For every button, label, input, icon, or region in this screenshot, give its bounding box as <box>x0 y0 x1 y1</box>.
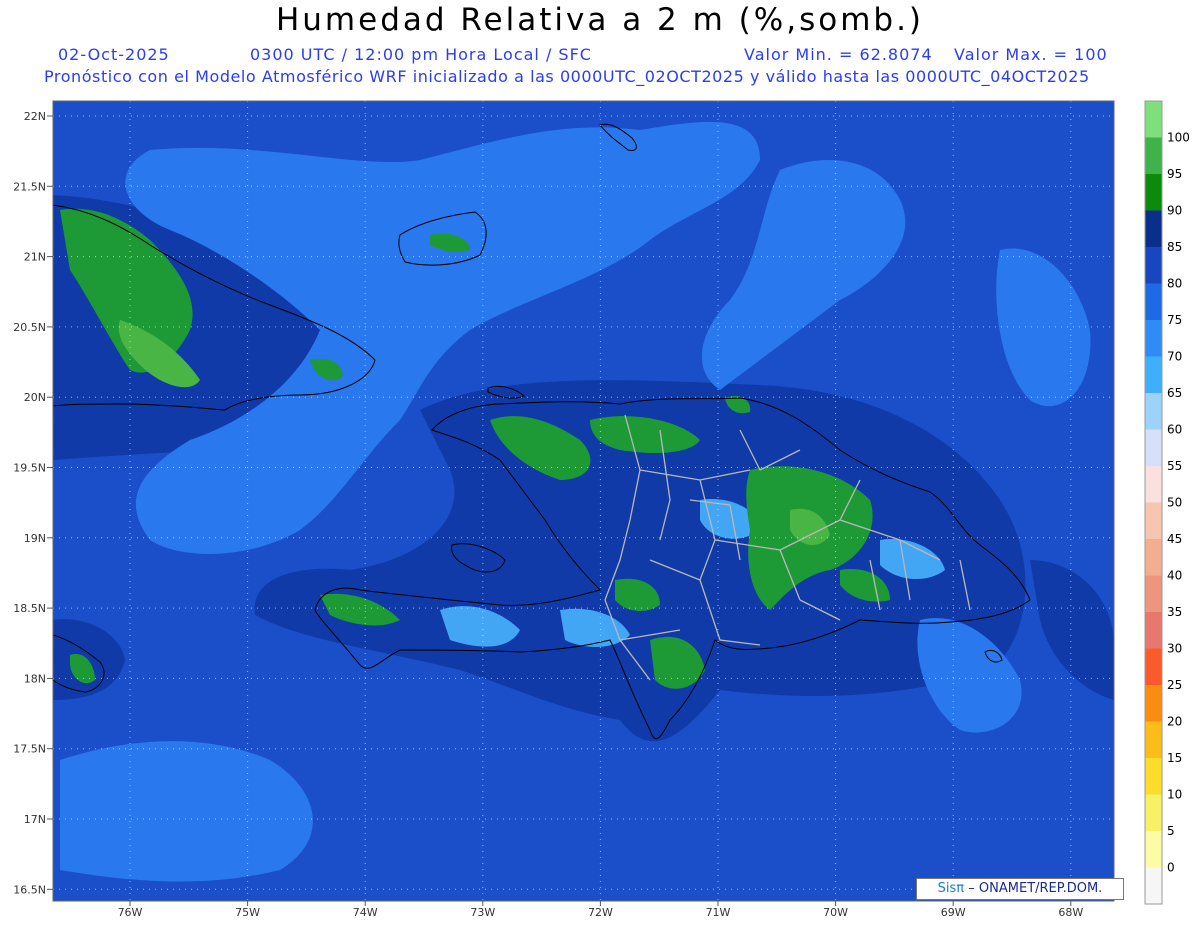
colorbar-level-label: 15 <box>1167 751 1182 765</box>
colorbar-swatch <box>1145 174 1162 211</box>
lon-tick-label: 76W <box>118 906 143 919</box>
colorbar-level-label: 70 <box>1167 350 1182 364</box>
colorbar-swatch <box>1145 466 1162 503</box>
colorbar-swatch <box>1145 794 1162 832</box>
colorbar-level-label: 55 <box>1167 459 1182 473</box>
lon-tick-label: 71W <box>706 906 731 919</box>
map-field <box>53 101 1114 901</box>
colorbar-level-label: 95 <box>1167 167 1182 181</box>
lat-tick-label: 17N <box>24 813 46 826</box>
colorbar-level-label: 20 <box>1167 715 1182 729</box>
lat-tick-label: 20N <box>24 391 46 404</box>
colorbar-level-label: 40 <box>1167 569 1182 583</box>
lat-tick-label: 22N <box>24 110 46 123</box>
colorbar-swatch <box>1145 320 1162 357</box>
colorbar-swatch <box>1145 356 1162 394</box>
colorbar-level-label: 90 <box>1167 204 1182 218</box>
map-figure: 22N 21.5N 21N 20.5N 20N 19.5N 19N 18.5N 18N 17.5N… <box>13 100 1190 919</box>
colorbar-swatch <box>1145 721 1162 759</box>
lon-tick-label: 68W <box>1058 906 1083 919</box>
credit-badge: Sisπ – ONAMET/REP.DOM. <box>916 878 1124 900</box>
colorbar-swatch <box>1145 137 1162 175</box>
lat-tick-label: 18.5N <box>13 602 46 615</box>
lat-tick-label: 21.5N <box>13 180 46 193</box>
lat-tick-label: 16.5N <box>13 883 46 896</box>
credit-text: – ONAMET/REP.DOM. <box>968 881 1103 896</box>
colorbar-swatch <box>1145 685 1162 722</box>
sispi-logo: Sisπ <box>937 881 965 896</box>
colorbar-level-label: 5 <box>1167 824 1175 838</box>
colorbar-swatch <box>1145 758 1162 795</box>
colorbar-swatch <box>1145 283 1162 321</box>
colorbar-swatch <box>1145 393 1162 430</box>
colorbar-level-label: 65 <box>1167 386 1182 400</box>
colorbar-level-label: 30 <box>1167 642 1182 656</box>
colorbar-level-label: 10 <box>1167 788 1182 802</box>
colorbar-swatch <box>1145 575 1162 613</box>
colorbar-level-label: 25 <box>1167 678 1182 692</box>
colorbar-level-label: 0 <box>1167 861 1175 875</box>
colorbar-swatch <box>1145 648 1162 686</box>
colorbar-swatch <box>1145 429 1162 467</box>
lat-tick-label: 19.5N <box>13 462 46 475</box>
colorbar-level-label: 50 <box>1167 496 1182 510</box>
colorbar-level-label: 85 <box>1167 240 1182 254</box>
colorbar-level-label: 45 <box>1167 532 1182 546</box>
colorbar-swatch <box>1145 867 1162 905</box>
lon-tick-label: 69W <box>941 906 966 919</box>
colorbar: 1009590858075706560555045403530252015105… <box>1144 100 1190 905</box>
colorbar-swatch <box>1145 831 1162 868</box>
lat-tick-label: 20.5N <box>13 321 46 334</box>
colorbar-level-label: 100 <box>1167 131 1190 145</box>
colorbar-swatch <box>1145 210 1162 248</box>
colorbar-swatch <box>1145 502 1162 540</box>
lon-tick-label: 75W <box>235 906 260 919</box>
lon-tick-label: 74W <box>353 906 378 919</box>
lon-tick-label: 73W <box>470 906 495 919</box>
colorbar-swatch <box>1145 101 1162 138</box>
colorbar-level-label: 35 <box>1167 605 1182 619</box>
lat-tick-label: 17.5N <box>13 743 46 756</box>
colorbar-level-label: 60 <box>1167 423 1182 437</box>
lon-tick-label: 70W <box>823 906 848 919</box>
lon-tick-label: 72W <box>588 906 613 919</box>
colorbar-level-label: 75 <box>1167 313 1182 327</box>
lat-tick-label: 21N <box>24 251 46 264</box>
lat-tick-label: 18N <box>24 672 46 685</box>
colorbar-swatch <box>1145 612 1162 649</box>
lat-tick-label: 19N <box>24 532 46 545</box>
colorbar-level-label: 80 <box>1167 277 1182 291</box>
colorbar-swatch <box>1145 247 1162 284</box>
colorbar-swatch <box>1145 539 1162 576</box>
